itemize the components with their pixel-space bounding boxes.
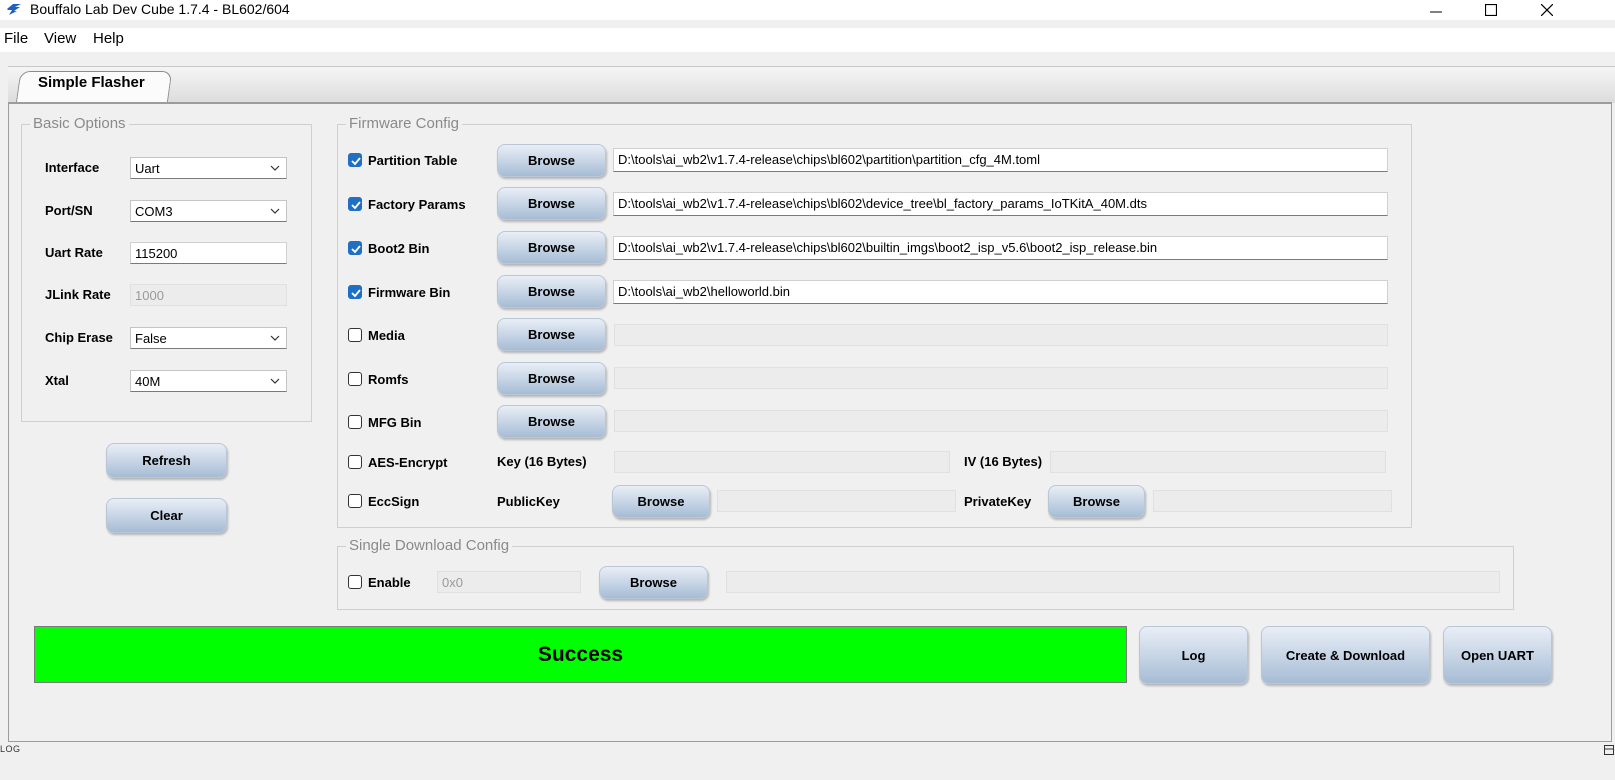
chevron-down-icon: [270, 335, 280, 341]
private-key-path-input[interactable]: [1153, 490, 1392, 512]
public-key-path-input[interactable]: [717, 490, 956, 512]
status-bar-success: Success: [34, 626, 1127, 683]
boot2-bin-path-input[interactable]: D:\tools\ai_wb2\v1.7.4-release\chips\bl6…: [613, 236, 1388, 260]
checkmark-icon: [351, 245, 361, 254]
factory-params-checkbox[interactable]: [348, 197, 362, 211]
chevron-down-icon: [270, 165, 280, 171]
partition-table-path-input[interactable]: D:\tools\ai_wb2\v1.7.4-release\chips\bl6…: [613, 148, 1388, 172]
media-browse-button[interactable]: Browse: [497, 318, 606, 351]
single-download-browse-button[interactable]: Browse: [599, 566, 708, 599]
refresh-button[interactable]: Refresh: [106, 443, 227, 478]
title-bar: Bouffalo Lab Dev Cube 1.7.4 - BL602/604: [0, 0, 1615, 20]
single-download-path-input[interactable]: [726, 571, 1500, 593]
partition-table-checkbox[interactable]: [348, 153, 362, 167]
create-download-button[interactable]: Create & Download: [1261, 626, 1430, 684]
basic-options-title: Basic Options: [30, 115, 129, 132]
clear-button[interactable]: Clear: [106, 498, 227, 533]
menu-file[interactable]: File: [4, 30, 28, 47]
eccsign-checkbox[interactable]: [348, 494, 362, 508]
public-key-label: PublicKey: [497, 494, 560, 509]
romfs-label: Romfs: [368, 372, 409, 387]
window-title: Bouffalo Lab Dev Cube 1.7.4 - BL602/604: [30, 1, 290, 17]
close-icon: [1541, 4, 1553, 16]
chip-erase-label: Chip Erase: [45, 330, 113, 345]
menu-view[interactable]: View: [44, 30, 76, 47]
tab-strip: [8, 66, 1615, 104]
chevron-down-icon: [270, 208, 280, 214]
aes-encrypt-checkbox[interactable]: [348, 455, 362, 469]
xtal-label: Xtal: [45, 373, 69, 388]
mfg-bin-browse-button[interactable]: Browse: [497, 405, 606, 438]
port-label: Port/SN: [45, 203, 93, 218]
boot2-bin-label: Boot2 Bin: [368, 241, 430, 256]
dock-panel-icon[interactable]: [1604, 745, 1614, 755]
boot2-bin-browse-button[interactable]: Browse: [497, 231, 606, 264]
factory-params-browse-button[interactable]: Browse: [497, 187, 606, 220]
open-uart-button[interactable]: Open UART: [1443, 626, 1552, 684]
jlink-rate-input[interactable]: 1000: [130, 284, 287, 306]
firmware-bin-path-input[interactable]: D:\tools\ai_wb2\helloworld.bin: [613, 280, 1388, 304]
factory-params-path-input[interactable]: D:\tools\ai_wb2\v1.7.4-release\chips\bl6…: [613, 192, 1388, 216]
eccsign-label: EccSign: [368, 494, 420, 509]
menu-bar: File View Help: [0, 28, 1615, 52]
firmware-bin-browse-button[interactable]: Browse: [497, 275, 606, 308]
partition-table-browse-button[interactable]: Browse: [497, 144, 606, 177]
media-path-input[interactable]: [614, 324, 1388, 346]
interface-select[interactable]: Uart: [130, 157, 287, 179]
uart-rate-input[interactable]: 115200: [130, 242, 287, 264]
aes-encrypt-label: AES-Encrypt: [368, 455, 448, 470]
xtal-select[interactable]: 40M: [130, 370, 287, 392]
interface-label: Interface: [45, 160, 100, 175]
firmware-bin-checkbox[interactable]: [348, 285, 362, 299]
partition-table-label: Partition Table: [368, 153, 458, 168]
firmware-bin-label: Firmware Bin: [368, 285, 451, 300]
mfg-bin-path-input[interactable]: [614, 410, 1388, 432]
bouffalo-logo-icon: [7, 4, 21, 15]
single-download-enable-checkbox[interactable]: [348, 575, 362, 589]
log-status-text: LOG: [0, 744, 21, 754]
maximize-icon: [1485, 4, 1497, 16]
private-key-browse-button[interactable]: Browse: [1048, 485, 1145, 518]
uart-rate-label: Uart Rate: [45, 245, 103, 260]
maximize-button[interactable]: [1468, 0, 1514, 20]
checkmark-icon: [351, 289, 361, 298]
app-window: Bouffalo Lab Dev Cube 1.7.4 - BL602/604 …: [0, 0, 1615, 780]
media-checkbox[interactable]: [348, 328, 362, 342]
menu-help[interactable]: Help: [93, 30, 124, 47]
firmware-config-title: Firmware Config: [346, 115, 463, 132]
public-key-browse-button[interactable]: Browse: [612, 485, 710, 518]
single-download-address-input[interactable]: 0x0: [437, 571, 581, 593]
port-select[interactable]: COM3: [130, 200, 287, 222]
aes-iv-label: IV (16 Bytes): [964, 454, 1043, 469]
boot2-bin-checkbox[interactable]: [348, 241, 362, 255]
checkmark-icon: [351, 157, 361, 166]
aes-iv-input[interactable]: [1050, 451, 1386, 473]
minimize-icon: [1430, 11, 1442, 13]
bottom-status-bar: [0, 742, 1615, 780]
romfs-path-input[interactable]: [614, 367, 1388, 389]
private-key-label: PrivateKey: [964, 494, 1032, 509]
close-button[interactable]: [1524, 0, 1570, 20]
media-label: Media: [368, 328, 405, 343]
aes-key-input[interactable]: [614, 451, 950, 473]
single-download-enable-label: Enable: [368, 575, 411, 590]
single-download-title: Single Download Config: [346, 537, 513, 554]
mfg-bin-label: MFG Bin: [368, 415, 422, 430]
mfg-bin-checkbox[interactable]: [348, 415, 362, 429]
tab-simple-flasher-label[interactable]: Simple Flasher: [38, 74, 145, 91]
checkmark-icon: [351, 201, 361, 210]
minimize-button[interactable]: [1413, 0, 1459, 20]
aes-key-label: Key (16 Bytes): [497, 454, 587, 469]
chip-erase-select[interactable]: False: [130, 327, 287, 349]
log-button[interactable]: Log: [1139, 626, 1248, 684]
romfs-browse-button[interactable]: Browse: [497, 362, 606, 395]
chevron-down-icon: [270, 378, 280, 384]
jlink-rate-label: JLink Rate: [45, 287, 111, 302]
factory-params-label: Factory Params: [368, 197, 466, 212]
romfs-checkbox[interactable]: [348, 372, 362, 386]
